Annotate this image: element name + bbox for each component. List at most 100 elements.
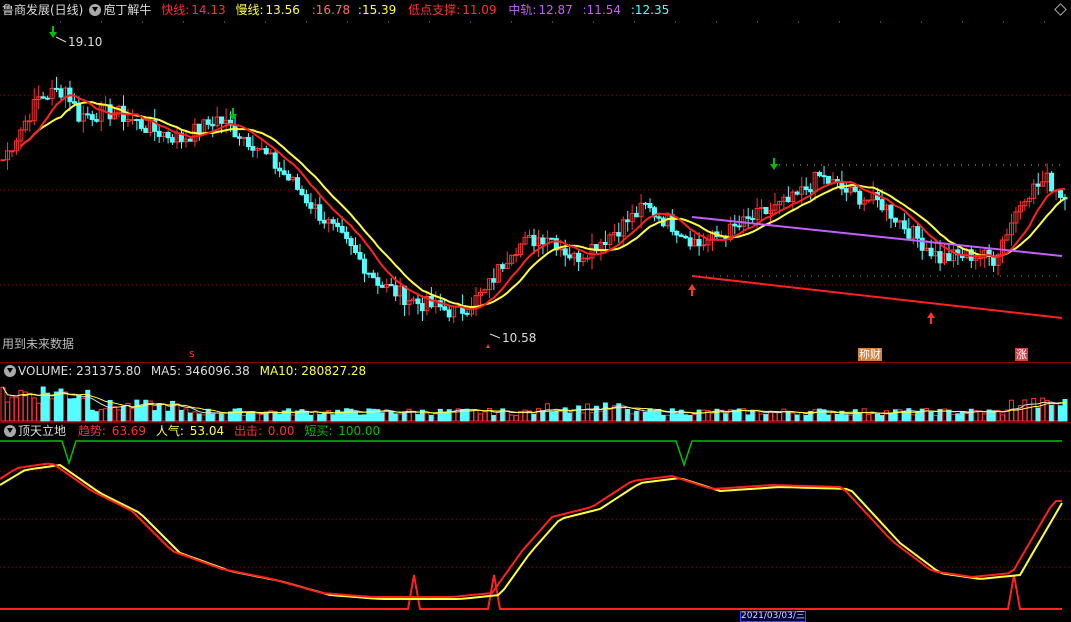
volume-bar xyxy=(982,413,988,422)
short-buy-value: 100.00 xyxy=(338,424,381,438)
volume-bar xyxy=(357,414,363,422)
candle-body xyxy=(335,222,341,227)
candle-body xyxy=(40,96,46,99)
volume-bar xyxy=(67,398,73,422)
volume-header: VOLUME: 231375.80 MA5: 346096.38 MA10: 2… xyxy=(0,363,368,380)
volume-dropdown-icon[interactable] xyxy=(4,365,16,377)
candle-body xyxy=(585,257,591,260)
volume-bar xyxy=(98,408,104,422)
value-4: :15.39 xyxy=(357,3,397,17)
volume-panel[interactable]: VOLUME: 231375.80 MA5: 346096.38 MA10: 2… xyxy=(0,363,1071,422)
candle-body xyxy=(232,124,238,138)
candle-body xyxy=(674,230,680,236)
volume-bar xyxy=(580,412,586,422)
volume-bar xyxy=(660,414,666,422)
volume-bar xyxy=(393,413,399,422)
mid-value: 12.87 xyxy=(538,3,573,17)
volume-bar xyxy=(178,409,184,422)
finance-marker[interactable]: 称财 xyxy=(858,348,882,361)
volume-bar xyxy=(156,402,162,422)
high-pointer xyxy=(55,36,67,43)
volume-bar xyxy=(80,397,86,422)
candle-body xyxy=(308,202,314,209)
rise-marker[interactable]: 涨 xyxy=(1015,348,1028,361)
volume-bar xyxy=(834,413,840,422)
volume-bar xyxy=(339,411,345,422)
low-pointer xyxy=(489,333,501,339)
volume-bar xyxy=(977,410,983,422)
value-7: :12.35 xyxy=(630,3,670,17)
volume-bar xyxy=(196,413,202,422)
volume-bar xyxy=(112,406,118,422)
up-arrow-icon xyxy=(927,312,935,318)
volume-bar xyxy=(134,399,140,422)
dropdown-icon[interactable] xyxy=(89,4,102,16)
candle-body xyxy=(567,254,573,259)
volume-bar xyxy=(312,410,318,422)
indicator-dropdown-icon[interactable] xyxy=(4,425,16,437)
volume-bar xyxy=(799,412,805,422)
volume-bar xyxy=(219,413,225,422)
volume-bar xyxy=(875,413,881,422)
indicator-title[interactable]: 顶天立地 xyxy=(18,424,66,438)
s-marker: s xyxy=(189,347,195,360)
support-line xyxy=(691,275,1063,319)
candle-body xyxy=(643,202,649,205)
volume-bar xyxy=(544,403,550,422)
volume-bar xyxy=(589,412,595,422)
volume-bar xyxy=(852,409,858,422)
volume-bar xyxy=(870,412,876,422)
candle-body xyxy=(272,152,278,169)
volume-bar xyxy=(13,397,19,422)
volume-bar xyxy=(567,412,573,422)
volume-bar xyxy=(71,398,77,422)
candle-body xyxy=(89,114,95,121)
support-label: 低点支撑: xyxy=(408,3,461,17)
volume-bar xyxy=(161,403,167,422)
volume-bar xyxy=(549,411,555,422)
volume-bar xyxy=(277,413,283,422)
candle-body xyxy=(683,235,689,239)
volume-bar xyxy=(750,409,756,422)
candle-body xyxy=(379,284,385,288)
candle-body xyxy=(85,113,91,116)
candle-body xyxy=(402,285,408,306)
volume-bar xyxy=(259,414,265,422)
indicator-panel[interactable]: 顶天立地 趋势: 63.69 人气: 53.04 出击: 0.00 短买: 10… xyxy=(0,423,1071,622)
volume-bar xyxy=(76,395,82,422)
candle-body xyxy=(317,204,323,221)
candle-body xyxy=(286,173,292,181)
volume-bar xyxy=(482,411,488,422)
candle-body xyxy=(303,194,309,204)
volume-bar xyxy=(888,413,894,422)
volume-bar xyxy=(968,408,974,422)
candle-body xyxy=(750,217,756,221)
candle-body xyxy=(134,119,140,122)
candle-body xyxy=(602,241,608,246)
main-chart-panel[interactable]: 鲁商发展(日线) 庖丁解牛 快线: 14.13 慢线: 13.56 :16.78 :1… xyxy=(0,0,1071,362)
stock-title[interactable]: 鲁商发展(日线) xyxy=(2,3,83,17)
volume-bar xyxy=(451,410,457,422)
volume-bar xyxy=(397,413,403,422)
volume-bar xyxy=(817,408,823,422)
candle-body xyxy=(794,191,800,195)
volume-bar xyxy=(62,391,68,422)
indicator-name[interactable]: 庖丁解牛 xyxy=(103,3,151,17)
candle-body xyxy=(263,148,269,155)
candle-body xyxy=(901,220,907,230)
candle-body xyxy=(170,137,176,143)
candle-body xyxy=(817,172,823,177)
volume-bar xyxy=(236,408,242,422)
volume-bar xyxy=(1058,405,1064,422)
candle-body xyxy=(919,237,925,251)
candle-body xyxy=(745,216,751,219)
volume-bar xyxy=(576,405,582,422)
volume-bar xyxy=(27,392,33,422)
volume-bar xyxy=(152,410,158,422)
candle-body xyxy=(464,312,470,315)
value-6: :11.54 xyxy=(582,3,622,17)
volume-bar xyxy=(473,409,479,422)
volume-bar xyxy=(843,414,849,422)
volume-bar xyxy=(830,411,836,422)
volume-bar xyxy=(495,411,501,422)
